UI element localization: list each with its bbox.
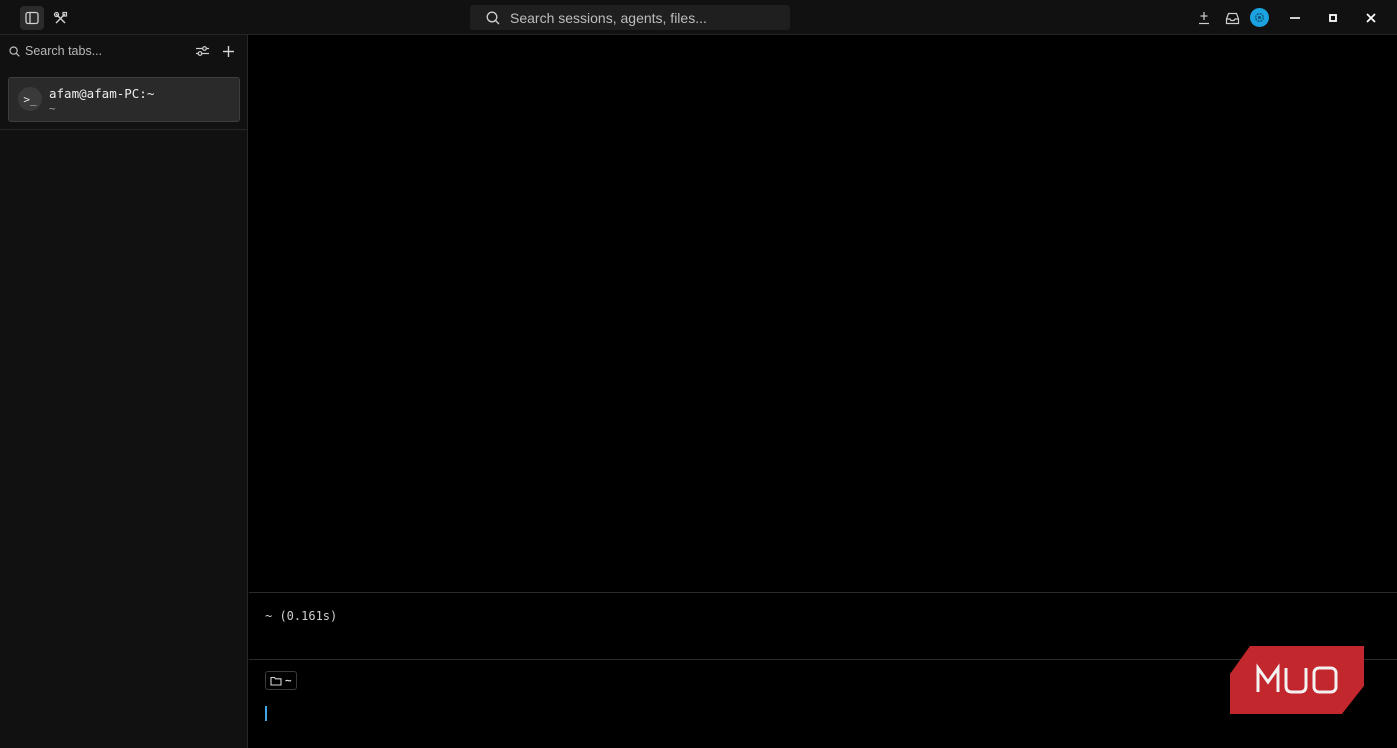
tab-search-placeholder: Search tabs... (25, 44, 103, 58)
search-icon (486, 11, 500, 24)
download-icon (1199, 12, 1209, 25)
terminal-pane[interactable]: ~ (0.161s) ~ (249, 36, 1397, 748)
settings-icon (1255, 13, 1264, 22)
inbox-icon (1225, 12, 1239, 24)
inbox-button[interactable] (1220, 6, 1244, 30)
input-separator (249, 659, 1397, 660)
terminal-app-window: Search sessions, agents, files... Search… (0, 0, 1397, 748)
folder-icon (270, 676, 282, 686)
tab-filter-button[interactable] (190, 39, 214, 63)
current-directory-chip[interactable]: ~ (265, 671, 297, 690)
filter-sliders-icon (195, 46, 209, 56)
sidebar-toggle-button[interactable] (20, 6, 44, 30)
tools-button[interactable] (48, 6, 72, 30)
settings-avatar-button[interactable] (1250, 8, 1269, 27)
sidebar-toggle-icon (25, 11, 39, 25)
global-search-placeholder: Search sessions, agents, files... (510, 9, 707, 26)
muo-watermark-logo (1230, 646, 1364, 714)
plus-icon (222, 45, 234, 57)
title-bar: Search sessions, agents, files... (0, 0, 1397, 35)
block-separator (249, 592, 1397, 593)
sidebar-tab-item[interactable]: >_ afam@afam-PC:~ ~ (8, 77, 240, 122)
global-search-input[interactable]: Search sessions, agents, files... (470, 5, 790, 30)
terminal-prompt-icon: >_ (18, 87, 42, 111)
new-tab-button[interactable] (216, 39, 240, 63)
tabs-sidebar: Search tabs... >_ afam@afam-PC:~ ~ (0, 35, 248, 748)
close-button[interactable] (1359, 6, 1383, 30)
close-icon (1366, 13, 1376, 23)
maximize-button[interactable] (1321, 6, 1345, 30)
sidebar-divider (0, 129, 247, 130)
tools-icon (53, 11, 67, 23)
search-icon (9, 46, 20, 57)
current-directory-label: ~ (285, 674, 292, 687)
block-output: ~ (0.161s) (265, 609, 338, 623)
input-cursor[interactable] (265, 706, 267, 721)
minimize-button[interactable] (1283, 6, 1307, 30)
tab-subtitle: ~ (49, 102, 56, 115)
minimize-icon (1290, 17, 1300, 19)
maximize-icon (1329, 14, 1337, 22)
tab-title: afam@afam-PC:~ (49, 86, 155, 101)
download-button[interactable] (1192, 6, 1216, 30)
